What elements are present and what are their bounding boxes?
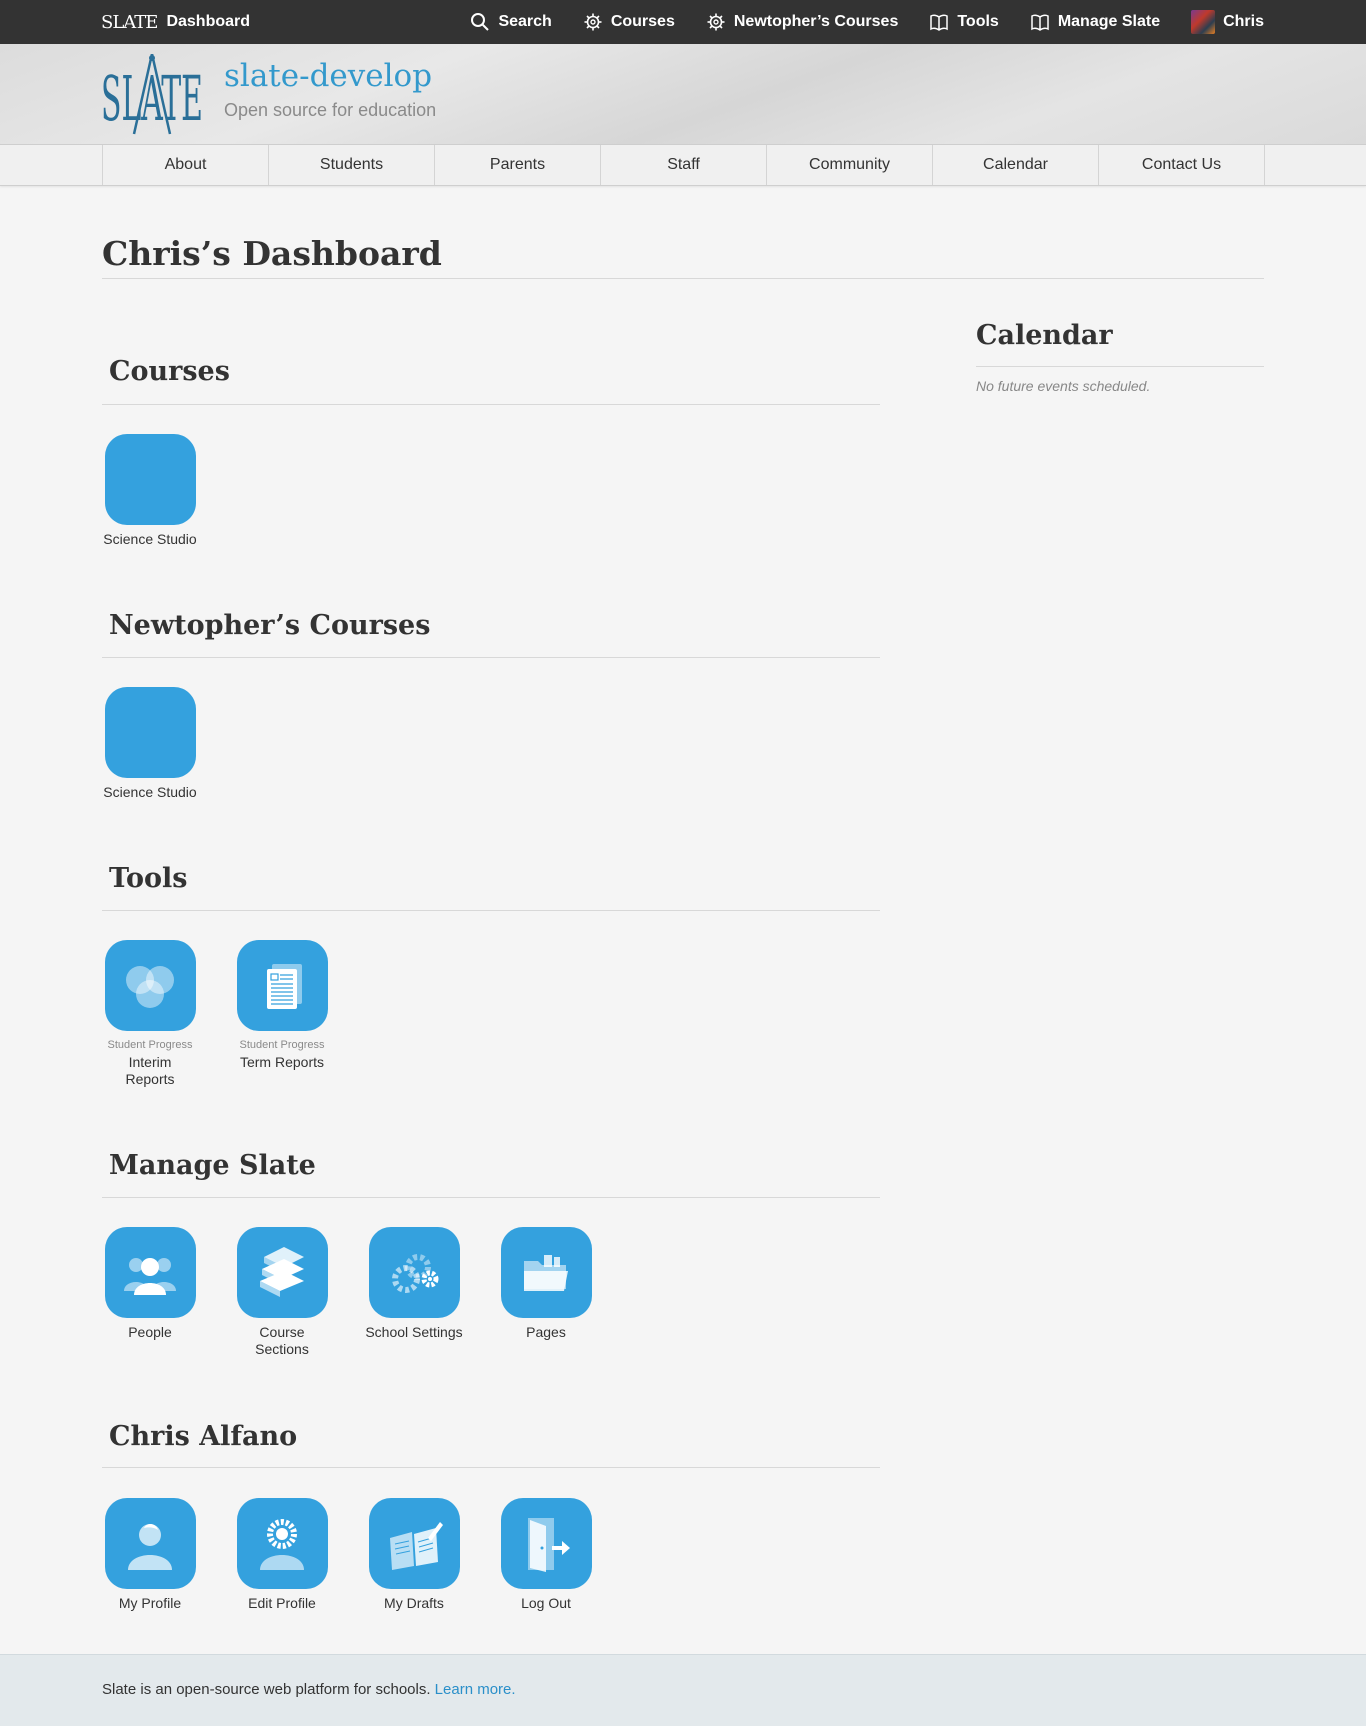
brand-label: Dashboard <box>166 13 251 30</box>
calendar-title: Calendar <box>976 320 1113 351</box>
calendar-empty-message: No future events scheduled. <box>976 378 1151 394</box>
divider <box>102 1197 880 1198</box>
divider <box>102 657 880 658</box>
slate-logo-icon[interactable]: SLATE <box>101 54 205 136</box>
topnav-newtophers-courses[interactable]: Newtopher’s Courses <box>706 12 898 32</box>
topnav-label: Newtopher’s Courses <box>733 13 899 30</box>
venn-icon <box>104 940 196 1031</box>
divider <box>102 278 1264 279</box>
books-icon <box>236 1227 328 1318</box>
topnav-label: Chris <box>1223 13 1264 30</box>
folder-icon <box>500 1227 592 1318</box>
site-footer: Slate is an open-source web platform for… <box>0 1654 1366 1726</box>
nav-students[interactable]: Students <box>269 145 435 185</box>
tile-pages[interactable]: Pages <box>484 1227 608 1341</box>
blank-tile-icon <box>104 434 196 525</box>
tile-label: Pages <box>526 1324 566 1340</box>
top-nav: Search Courses Newtopher’s Courses Tools… <box>470 0 1264 44</box>
section-title-tools: Tools <box>109 863 188 894</box>
learn-more-link[interactable]: Learn more. <box>435 1681 516 1698</box>
divider <box>102 404 880 405</box>
tile-course-sections[interactable]: Course Sections <box>220 1227 344 1358</box>
section-title-courses: Courses <box>109 356 230 387</box>
nav-staff[interactable]: Staff <box>601 145 767 185</box>
footer-text-wrap: Slate is an open-source web platform for… <box>102 1681 516 1698</box>
main-nav: About Students Parents Staff Community C… <box>0 145 1366 186</box>
tile-interim-reports[interactable]: Student Progress Interim Reports <box>88 940 212 1088</box>
document-icon <box>236 940 328 1031</box>
person-gear-icon <box>236 1498 328 1589</box>
tile-label: My Drafts <box>384 1595 444 1611</box>
section-title-user: Chris Alfano <box>109 1421 298 1452</box>
brand-link[interactable]: SLATE Dashboard <box>101 0 250 44</box>
topnav-search[interactable]: Search <box>470 12 552 32</box>
tile-kicker: Student Progress <box>239 1039 325 1051</box>
tile-science-studio[interactable]: Science Studio <box>88 687 212 801</box>
section-title-manage-slate: Manage Slate <box>109 1150 316 1181</box>
tile-kicker: Student Progress <box>107 1039 193 1051</box>
people-icon <box>104 1227 196 1318</box>
site-title[interactable]: slate-develop <box>224 58 432 94</box>
divider <box>976 366 1264 367</box>
nav-community[interactable]: Community <box>767 145 933 185</box>
tile-people[interactable]: People <box>88 1227 212 1341</box>
section-title-newtophers-courses: Newtopher’s Courses <box>109 610 431 641</box>
site-subtitle: Open source for education <box>224 100 437 120</box>
tile-school-settings[interactable]: School Settings <box>352 1227 476 1341</box>
person-icon <box>104 1498 196 1589</box>
tile-label: Edit Profile <box>248 1595 316 1611</box>
footer-text: Slate is an open-source web platform for… <box>102 1681 431 1698</box>
gears-icon <box>368 1227 460 1318</box>
slate-logo: SLATE <box>101 11 158 33</box>
door-icon <box>500 1498 592 1589</box>
topnav-label: Search <box>498 13 552 30</box>
topnav-label: Courses <box>610 13 675 30</box>
tile-label: Course Sections <box>255 1324 309 1357</box>
notebook-icon <box>368 1498 460 1589</box>
site-header: SLATE slate-develop Open source for educ… <box>0 44 1366 145</box>
tile-term-reports[interactable]: Student Progress Term Reports <box>220 940 344 1071</box>
tile-label: Interim Reports <box>125 1054 175 1087</box>
nav-about[interactable]: About <box>103 145 269 185</box>
nav-parents[interactable]: Parents <box>435 145 601 185</box>
tile-label: Science Studio <box>103 784 197 800</box>
tile-label: School Settings <box>365 1324 463 1340</box>
topnav-label: Tools <box>957 13 999 30</box>
tile-log-out[interactable]: Log Out <box>484 1498 608 1612</box>
blank-tile-icon <box>104 687 196 778</box>
tile-science-studio[interactable]: Science Studio <box>88 434 212 548</box>
top-bar: SLATE Dashboard Search Courses Newtopher… <box>0 0 1366 44</box>
divider <box>102 1467 880 1468</box>
tile-label: People <box>128 1324 172 1340</box>
gear-icon <box>707 13 725 31</box>
nav-contact-us[interactable]: Contact Us <box>1099 145 1265 185</box>
divider <box>102 910 880 911</box>
search-icon <box>471 13 490 31</box>
tile-label: Term Reports <box>239 1054 325 1070</box>
topnav-user[interactable]: Chris <box>1191 10 1264 34</box>
tile-label: Science Studio <box>103 531 197 547</box>
tile-my-profile[interactable]: My Profile <box>88 1498 212 1612</box>
tile-edit-profile[interactable]: Edit Profile <box>220 1498 344 1612</box>
topnav-label: Manage Slate <box>1057 13 1161 30</box>
topnav-tools[interactable]: Tools <box>929 12 999 32</box>
nav-calendar[interactable]: Calendar <box>933 145 1099 185</box>
page-title: Chris’s Dashboard <box>102 234 442 273</box>
book-icon <box>1031 14 1049 31</box>
tile-my-drafts[interactable]: My Drafts <box>352 1498 476 1612</box>
book-icon <box>930 14 949 31</box>
topnav-manage-slate[interactable]: Manage Slate <box>1030 12 1160 32</box>
gear-icon <box>584 13 602 31</box>
tile-label: Log Out <box>521 1595 571 1611</box>
svg-text:SLATE: SLATE <box>101 62 203 135</box>
avatar <box>1191 10 1216 34</box>
tile-label: My Profile <box>118 1595 182 1611</box>
topnav-courses[interactable]: Courses <box>583 12 675 32</box>
